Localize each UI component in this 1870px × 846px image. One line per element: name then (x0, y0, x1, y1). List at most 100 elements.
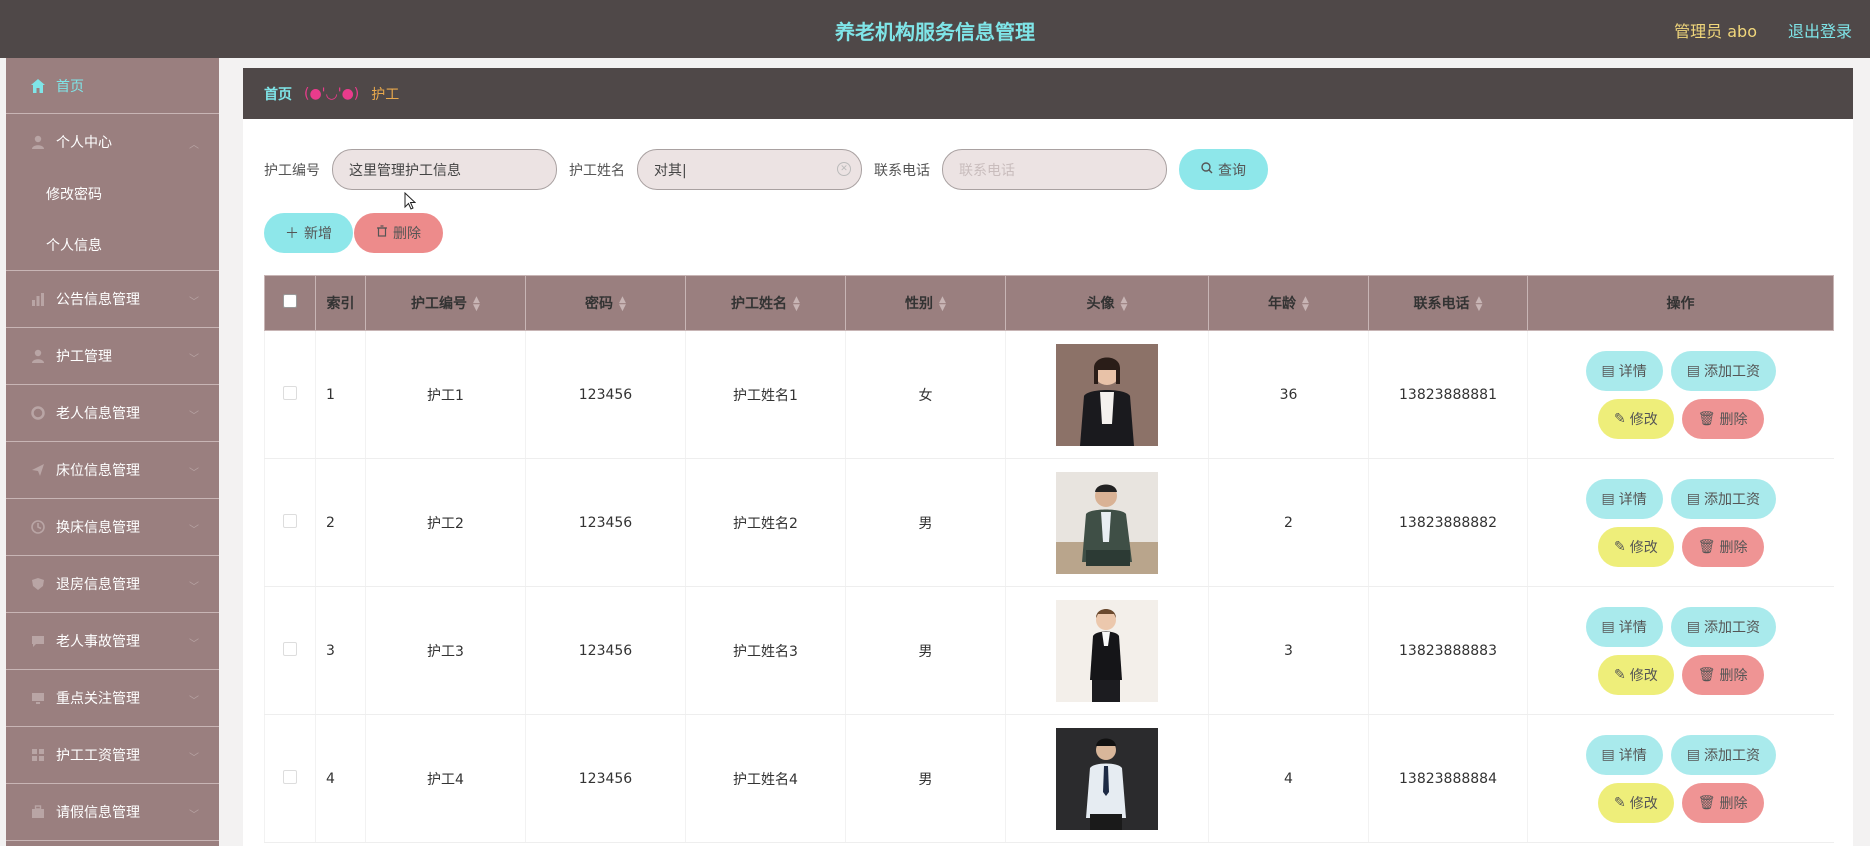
avatar-photo[interactable] (1056, 727, 1158, 830)
sidebar-item-bed-info[interactable]: 床位信息管理 ﹀ (6, 442, 219, 499)
sort-icon[interactable]: ▲ ▼ (793, 296, 800, 313)
row-select-cell[interactable] (264, 458, 316, 587)
sidebar-item-leave[interactable]: 请假信息管理 ﹀ (6, 784, 219, 841)
row-select-cell[interactable] (264, 586, 316, 715)
sidebar-item-caregiver[interactable]: 护工管理 ﹀ (6, 328, 219, 385)
delete-button[interactable]: 🗑 删除 (1681, 398, 1764, 439)
column-label: 年龄 (1268, 296, 1297, 312)
caregiver-name-input[interactable]: 对其| ✕ (637, 149, 862, 190)
sidebar-item-label: 退房信息管理 (56, 577, 140, 593)
detail-button[interactable]: ▤ 详情 (1585, 350, 1663, 391)
sidebar-sub-change-password[interactable]: 修改密码 (6, 169, 219, 219)
sort-icon[interactable]: ▲ ▼ (1476, 296, 1483, 313)
salary-icon: ▤ (1686, 490, 1700, 507)
edit-button[interactable]: ✎ 修改 (1597, 526, 1674, 567)
app-title: 养老机构服务信息管理 (835, 20, 1035, 44)
sidebar-item-notice[interactable]: 公告信息管理 ﹀ (6, 271, 219, 328)
cell-name: 护工姓名1 (685, 330, 846, 459)
admin-name: 管理员 abo (1674, 22, 1757, 41)
cell-index: 3 (315, 586, 366, 715)
detail-label: 详情 (1618, 747, 1647, 764)
avatar-photo[interactable] (1056, 471, 1158, 574)
sidebar-sub-personal-info[interactable]: 个人信息 (6, 219, 219, 271)
cell-age: 4 (1208, 714, 1369, 843)
clear-icon[interactable]: ✕ (837, 162, 851, 176)
row-select-cell[interactable] (264, 714, 316, 843)
detail-icon: ▤ (1601, 746, 1615, 763)
cell-name: 护工姓名2 (685, 458, 846, 587)
sidebar-sub-label: 修改密码 (46, 187, 102, 203)
delete-button[interactable]: 🗑 删除 (1681, 526, 1764, 567)
edit-label: 修改 (1629, 539, 1658, 556)
edit-icon: ✎ (1613, 666, 1626, 683)
row-checkbox[interactable] (283, 385, 297, 400)
row-select-cell[interactable] (264, 330, 316, 459)
delete-button[interactable]: 🗑 删除 (1681, 654, 1764, 695)
column-header-name[interactable]: 护工姓名 ▲ ▼ (685, 275, 846, 331)
add-salary-button[interactable]: ▤ 添加工资 (1670, 734, 1776, 775)
sidebar-item-salary[interactable]: 护工工资管理 ﹀ (6, 727, 219, 784)
trash-icon (376, 225, 388, 241)
row-checkbox[interactable] (283, 641, 297, 656)
logout-link[interactable]: 退出登录 (1788, 18, 1852, 42)
sidebar-item-bed-change[interactable]: 换床信息管理 ﹀ (6, 499, 219, 556)
sort-icon[interactable]: ▲ ▼ (939, 296, 946, 313)
add-button[interactable]: ＋ 新增 (264, 213, 353, 253)
sidebar-item-checkout[interactable]: 退房信息管理 ﹀ (6, 556, 219, 613)
select-all-cell[interactable] (264, 275, 316, 331)
sort-icon[interactable]: ▲ ▼ (1121, 296, 1128, 313)
edit-button[interactable]: ✎ 修改 (1597, 782, 1674, 823)
breadcrumb-home[interactable]: 首页 (264, 84, 292, 104)
sort-icon[interactable]: ▲ ▼ (619, 296, 626, 313)
cell-phone: 13823888883 (1368, 586, 1528, 715)
row-checkbox[interactable] (283, 513, 297, 528)
chevron-down-icon: ﹀ (189, 753, 199, 764)
delete-button[interactable]: 🗑 删除 (1681, 782, 1764, 823)
chevron-up-icon: ︿ (189, 140, 199, 151)
edit-button[interactable]: ✎ 修改 (1597, 398, 1674, 439)
avatar-photo[interactable] (1056, 599, 1158, 702)
sort-icon[interactable]: ▲ ▼ (473, 296, 480, 313)
column-header-age[interactable]: 年龄 ▲ ▼ (1208, 275, 1369, 331)
detail-icon: ▤ (1601, 362, 1615, 379)
detail-button[interactable]: ▤ 详情 (1585, 478, 1663, 519)
edit-icon: ✎ (1613, 538, 1626, 555)
detail-label: 详情 (1618, 363, 1647, 380)
add-salary-button[interactable]: ▤ 添加工资 (1670, 350, 1776, 391)
batch-delete-button[interactable]: 删除 (354, 213, 443, 253)
column-header-id[interactable]: 护工编号 ▲ ▼ (365, 275, 526, 331)
cell-phone: 13823888881 (1368, 330, 1528, 459)
cell-actions: ▤ 详情 ▤ 添加工资 ✎ 修改 🗑 删除 (1527, 714, 1834, 843)
add-salary-label: 添加工资 (1703, 619, 1760, 636)
add-salary-button[interactable]: ▤ 添加工资 (1670, 478, 1776, 519)
column-header-phone[interactable]: 联系电话 ▲ ▼ (1368, 275, 1528, 331)
column-header-password[interactable]: 密码 ▲ ▼ (525, 275, 686, 331)
column-header-index: 索引 (315, 275, 366, 331)
column-label: 头像 (1086, 296, 1115, 312)
column-header-avatar[interactable]: 头像 ▲ ▼ (1005, 275, 1209, 331)
sidebar-item-label: 老人信息管理 (56, 406, 140, 422)
sidebar-item-home[interactable]: 首页 (6, 58, 219, 114)
trash-icon: 🗑 (1697, 410, 1716, 427)
edit-button[interactable]: ✎ 修改 (1597, 654, 1674, 695)
sidebar-item-accident[interactable]: 老人事故管理 ﹀ (6, 613, 219, 670)
caregiver-id-input[interactable]: 这里管理护工信息 (332, 149, 557, 190)
avatar-photo[interactable] (1056, 343, 1158, 446)
sidebar-item-personal[interactable]: 个人中心 ︿ (6, 114, 219, 169)
cell-id: 护工1 (365, 330, 526, 459)
add-salary-button[interactable]: ▤ 添加工资 (1670, 606, 1776, 647)
cell-age: 36 (1208, 330, 1369, 459)
select-all-checkbox[interactable] (283, 294, 297, 308)
query-button[interactable]: 查询 (1179, 149, 1268, 190)
row-checkbox[interactable] (283, 769, 297, 784)
chevron-down-icon: ﹀ (189, 468, 199, 479)
breadcrumb: 首页 (●'◡'●) 护工 (243, 68, 1853, 119)
sort-icon[interactable]: ▲ ▼ (1302, 296, 1309, 313)
detail-icon: ▤ (1601, 490, 1615, 507)
sidebar-item-elder-info[interactable]: 老人信息管理 ﹀ (6, 385, 219, 442)
detail-button[interactable]: ▤ 详情 (1585, 734, 1663, 775)
detail-button[interactable]: ▤ 详情 (1585, 606, 1663, 647)
column-header-gender[interactable]: 性别 ▲ ▼ (845, 275, 1006, 331)
phone-input[interactable]: 联系电话 (942, 149, 1167, 190)
sidebar-item-focus[interactable]: 重点关注管理 ﹀ (6, 670, 219, 727)
